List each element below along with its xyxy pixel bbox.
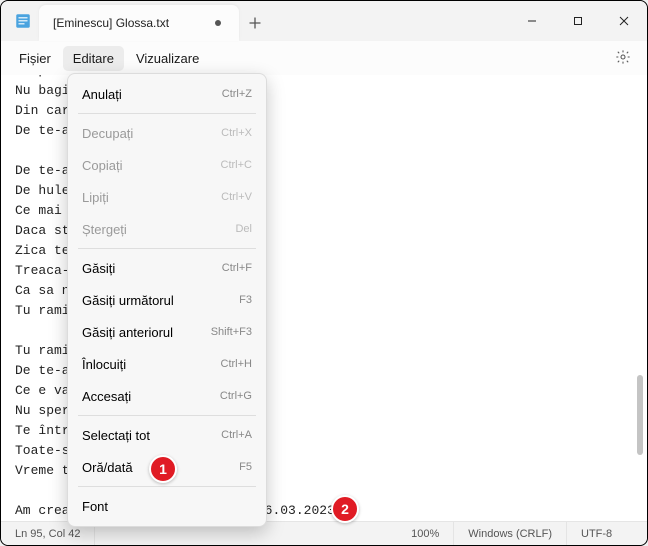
menu-bar: Fișier Editare Vizualizare [1, 41, 647, 75]
menu-file[interactable]: Fișier [9, 46, 61, 71]
menu-view[interactable]: Vizualizare [126, 46, 209, 71]
close-button[interactable] [601, 1, 647, 41]
document-tab[interactable]: [Eminescu] Glossa.txt [39, 5, 239, 41]
annotation-badge-2: 2 [331, 495, 359, 523]
menu-edit[interactable]: Editare [63, 46, 124, 71]
unsaved-indicator-icon [215, 20, 221, 26]
menu-find-prev[interactable]: Găsiți anteriorulShift+F3 [72, 316, 262, 348]
menu-replace[interactable]: ÎnlocuițiCtrl+H [72, 348, 262, 380]
menu-find-next[interactable]: Găsiți următorulF3 [72, 284, 262, 316]
menu-undo[interactable]: AnulațiCtrl+Z [72, 78, 262, 110]
menu-separator [78, 248, 256, 249]
menu-separator [78, 486, 256, 487]
title-bar: [Eminescu] Glossa.txt [1, 1, 647, 41]
app-icon [11, 9, 35, 33]
scroll-thumb[interactable] [637, 375, 643, 455]
menu-delete[interactable]: ȘtergețiDel [72, 213, 262, 245]
menu-separator [78, 113, 256, 114]
menu-paste[interactable]: LipițiCtrl+V [72, 181, 262, 213]
status-encoding[interactable]: UTF-8 [567, 522, 647, 545]
settings-button[interactable] [607, 44, 639, 73]
vertical-scrollbar[interactable] [631, 75, 645, 521]
menu-separator [78, 415, 256, 416]
tab-title: [Eminescu] Glossa.txt [53, 16, 207, 30]
minimize-button[interactable] [509, 1, 555, 41]
menu-font[interactable]: Font [72, 490, 262, 522]
menu-select-all[interactable]: Selectați totCtrl+A [72, 419, 262, 451]
status-line-ending[interactable]: Windows (CRLF) [454, 522, 567, 545]
menu-cut[interactable]: DecupațiCtrl+X [72, 117, 262, 149]
annotation-badge-1: 1 [149, 455, 177, 483]
menu-goto[interactable]: AccesațiCtrl+G [72, 380, 262, 412]
new-tab-button[interactable] [239, 7, 271, 39]
menu-copy[interactable]: CopiațiCtrl+C [72, 149, 262, 181]
status-zoom[interactable]: 100% [397, 522, 454, 545]
maximize-button[interactable] [555, 1, 601, 41]
menu-find[interactable]: GăsițiCtrl+F [72, 252, 262, 284]
